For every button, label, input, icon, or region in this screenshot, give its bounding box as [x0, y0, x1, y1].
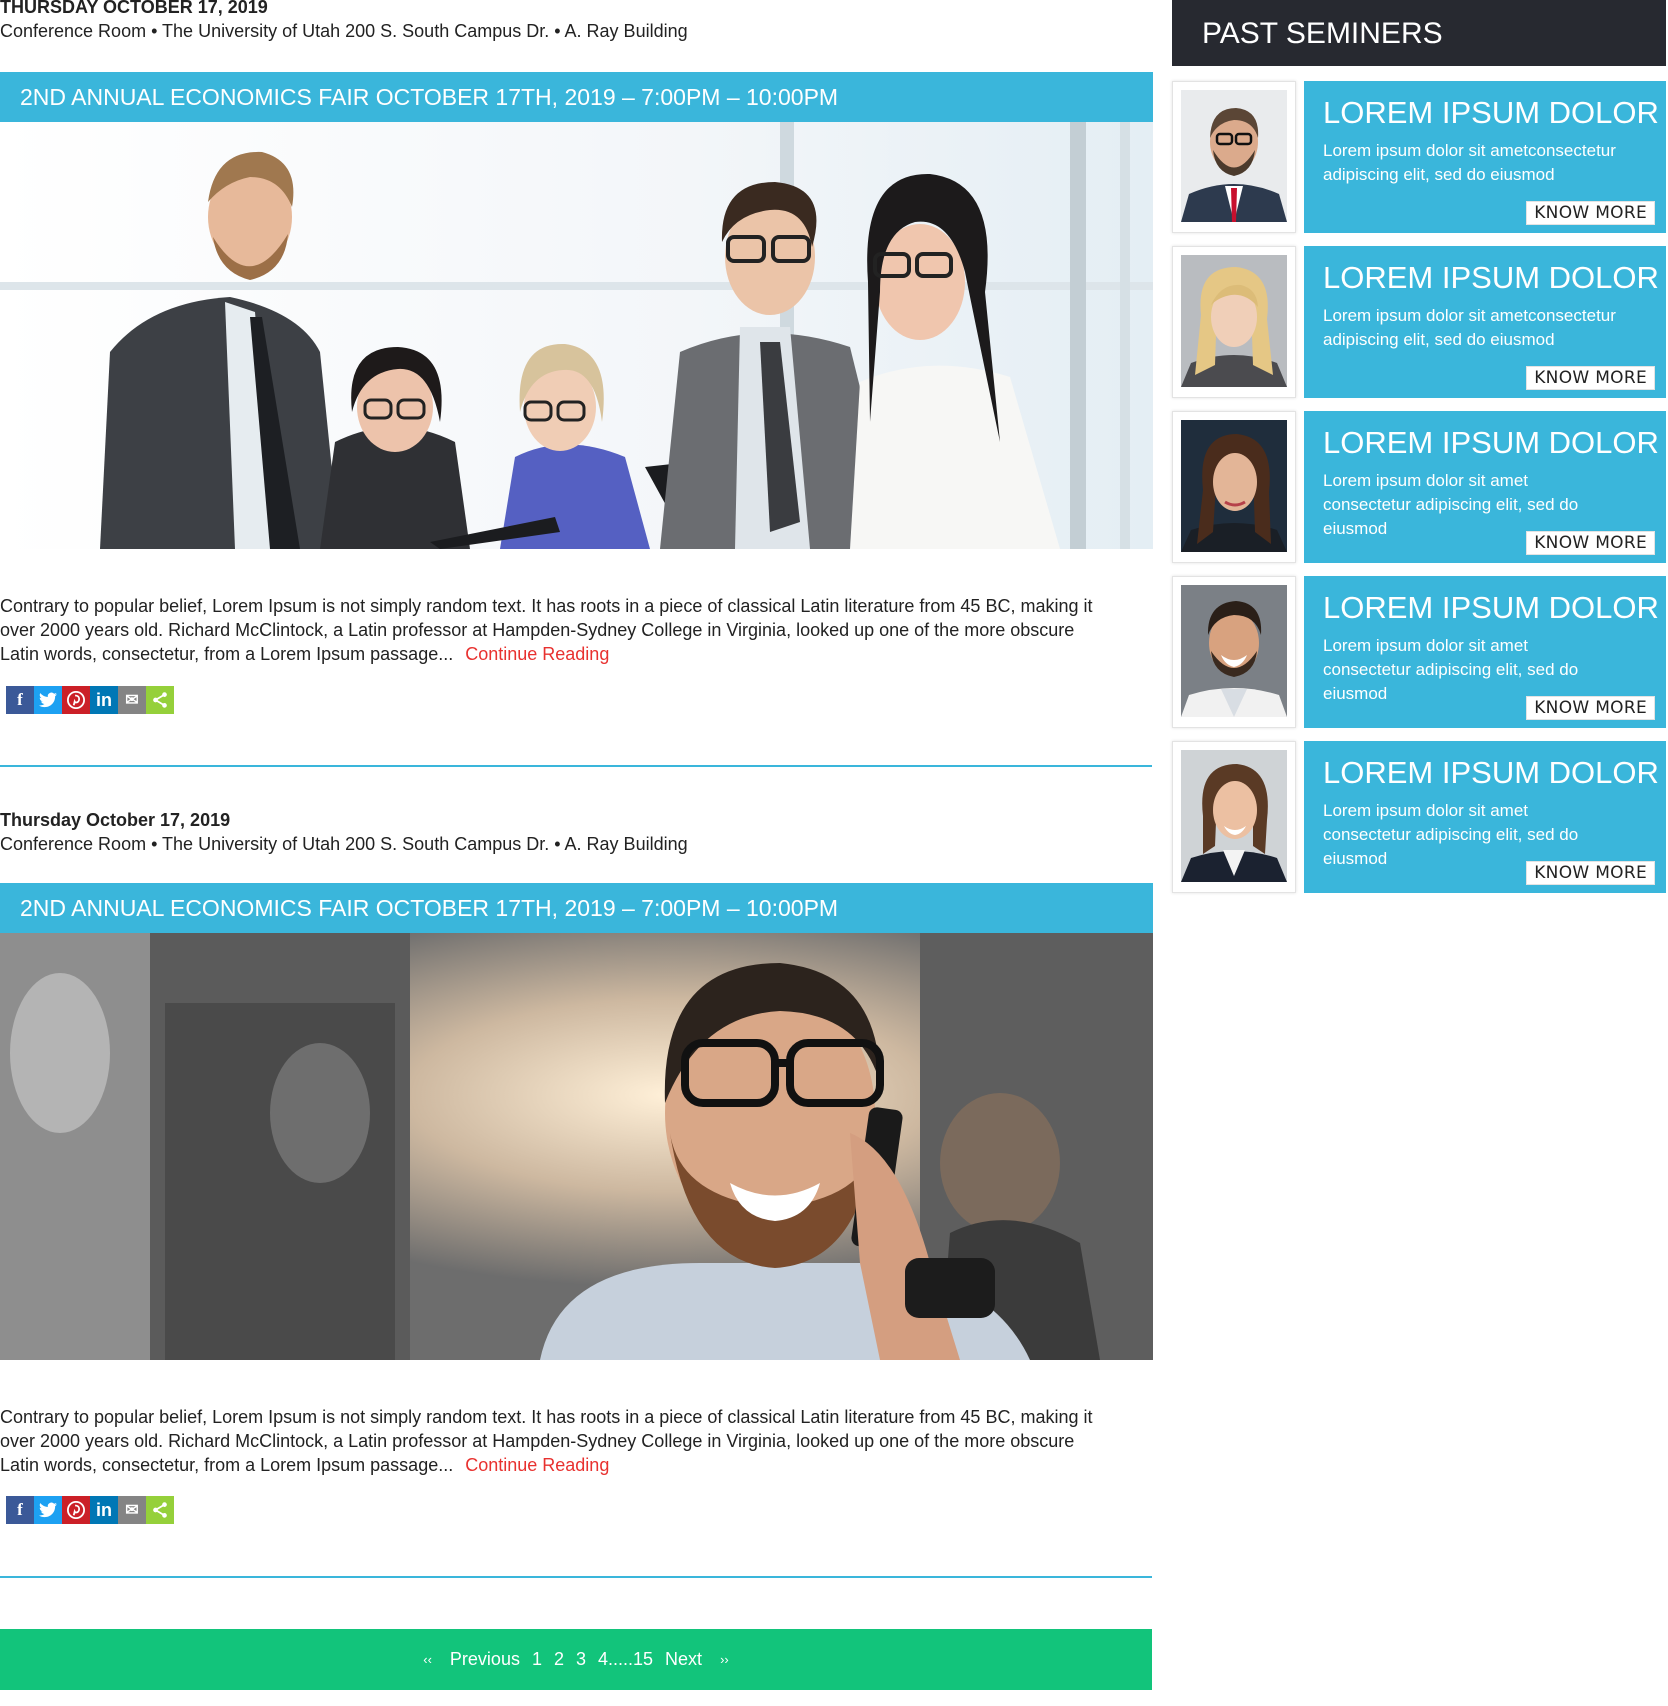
linkedin-icon[interactable]: in [90, 686, 118, 714]
email-icon[interactable]: ✉ [118, 686, 146, 714]
seminar-title[interactable]: LOREM IPSUM DOLOR [1323, 95, 1659, 131]
page-link-3[interactable]: 3 [576, 1649, 586, 1670]
facebook-icon[interactable]: f [6, 1496, 34, 1524]
post-date: Thursday October 17, 2019 [0, 810, 231, 830]
seminar-card: LOREM IPSUM DOLOR Lorem ipsum dolor sit … [1172, 246, 1666, 398]
share-more-icon[interactable] [146, 1496, 174, 1524]
sidebar-title: PAST SEMINERS [1172, 0, 1666, 66]
seminar-description: Lorem ipsum dolor sit ametconsectetur ad… [1323, 306, 1616, 349]
seminar-card: LOREM IPSUM DOLOR Lorem ipsum dolor sit … [1172, 81, 1666, 233]
post-divider [0, 1576, 1152, 1578]
seminar-title[interactable]: LOREM IPSUM DOLOR [1323, 425, 1659, 461]
know-more-button[interactable]: KNOW MORE [1526, 696, 1655, 720]
seminar-card-body: LOREM IPSUM DOLOR Lorem ipsum dolor sit … [1304, 576, 1666, 728]
seminar-title[interactable]: LOREM IPSUM DOLOR [1323, 590, 1659, 626]
seminar-thumbnail[interactable] [1172, 411, 1296, 563]
prev-arrow-icon[interactable]: ‹‹ [423, 1652, 432, 1667]
know-more-button[interactable]: KNOW MORE [1526, 201, 1655, 225]
share-more-icon[interactable] [146, 686, 174, 714]
previous-page-link[interactable]: Previous [450, 1649, 520, 1670]
seminar-card-body: LOREM IPSUM DOLOR Lorem ipsum dolor sit … [1304, 246, 1666, 398]
share-buttons: f in ✉ [6, 1496, 174, 1524]
post-image-man-phone[interactable] [0, 933, 1153, 1360]
seminar-thumbnail[interactable] [1172, 741, 1296, 893]
know-more-button[interactable]: KNOW MORE [1526, 861, 1655, 885]
seminar-card-body: LOREM IPSUM DOLOR Lorem ipsum dolor sit … [1304, 411, 1666, 563]
know-more-button[interactable]: KNOW MORE [1526, 366, 1655, 390]
post-date: THURSDAY OCTOBER 17, 2019 [0, 0, 268, 17]
seminar-card-body: LOREM IPSUM DOLOR Lorem ipsum dolor sit … [1304, 741, 1666, 893]
next-arrow-icon[interactable]: ›› [720, 1652, 729, 1667]
facebook-icon[interactable]: f [6, 686, 34, 714]
seminar-title[interactable]: LOREM IPSUM DOLOR [1323, 260, 1659, 296]
seminar-card: LOREM IPSUM DOLOR Lorem ipsum dolor sit … [1172, 741, 1666, 893]
twitter-icon[interactable] [34, 686, 62, 714]
post-title[interactable]: 2ND ANNUAL ECONOMICS FAIR OCTOBER 17TH, … [0, 883, 1153, 933]
post-location: Conference Room • The University of Utah… [0, 21, 688, 41]
next-page-link[interactable]: Next [665, 1649, 702, 1670]
seminar-thumbnail[interactable] [1172, 81, 1296, 233]
know-more-button[interactable]: KNOW MORE [1526, 531, 1655, 555]
pagination: ‹‹ Previous 1 2 3 4.....15 Next ›› [0, 1629, 1152, 1690]
page-link-2[interactable]: 2 [554, 1649, 564, 1670]
seminar-thumbnail[interactable] [1172, 576, 1296, 728]
share-buttons: f in ✉ [6, 686, 174, 714]
post-title[interactable]: 2ND ANNUAL ECONOMICS FAIR OCTOBER 17TH, … [0, 72, 1153, 122]
linkedin-icon[interactable]: in [90, 1496, 118, 1524]
post-image-team[interactable] [0, 122, 1153, 549]
seminar-card: LOREM IPSUM DOLOR Lorem ipsum dolor sit … [1172, 411, 1666, 563]
page-link-1[interactable]: 1 [532, 1649, 542, 1670]
post-excerpt: Contrary to popular belief, Lorem Ipsum … [0, 594, 1110, 666]
post-excerpt: Contrary to popular belief, Lorem Ipsum … [0, 1405, 1110, 1477]
seminar-card-body: LOREM IPSUM DOLOR Lorem ipsum dolor sit … [1304, 81, 1666, 233]
continue-reading-link[interactable]: Continue Reading [465, 644, 609, 664]
post-location: Conference Room • The University of Utah… [0, 834, 688, 854]
seminar-card: LOREM IPSUM DOLOR Lorem ipsum dolor sit … [1172, 576, 1666, 728]
pinterest-icon[interactable] [62, 686, 90, 714]
seminar-title[interactable]: LOREM IPSUM DOLOR [1323, 755, 1659, 791]
twitter-icon[interactable] [34, 1496, 62, 1524]
email-icon[interactable]: ✉ [118, 1496, 146, 1524]
page-link-4-15[interactable]: 4.....15 [598, 1649, 653, 1670]
pinterest-icon[interactable] [62, 1496, 90, 1524]
seminar-description: Lorem ipsum dolor sit ametconsectetur ad… [1323, 141, 1616, 184]
seminar-thumbnail[interactable] [1172, 246, 1296, 398]
post-divider [0, 765, 1152, 767]
continue-reading-link[interactable]: Continue Reading [465, 1455, 609, 1475]
